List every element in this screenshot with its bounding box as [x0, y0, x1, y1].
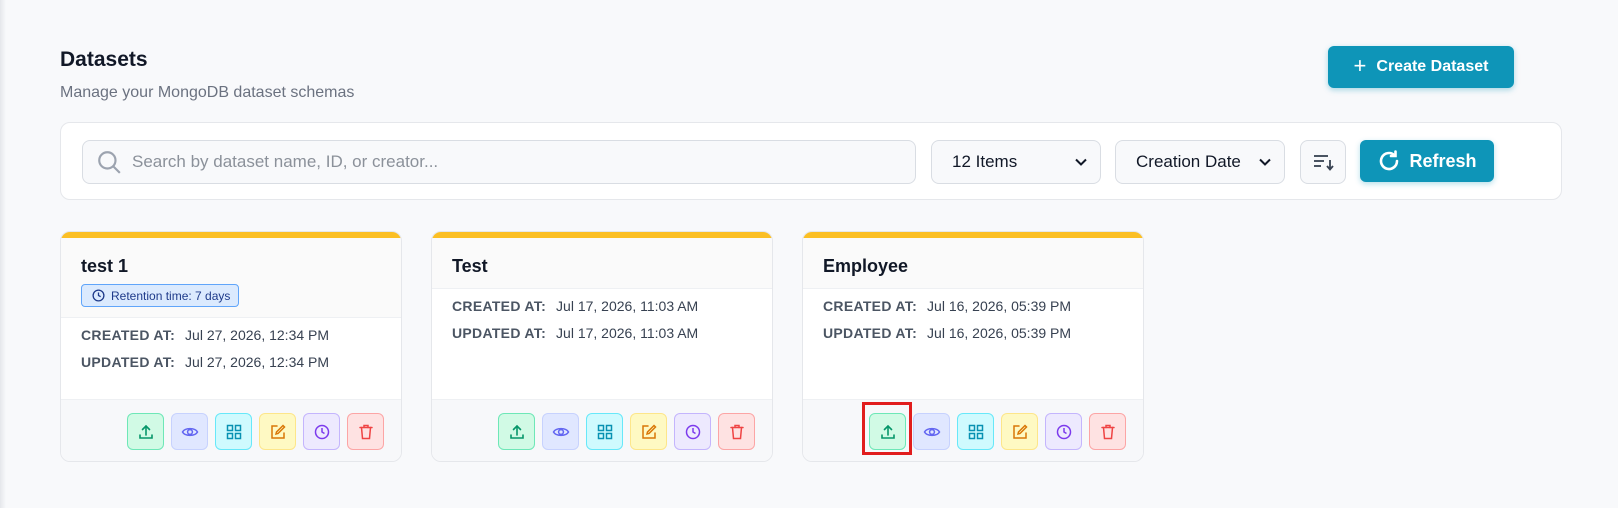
grid-icon	[226, 424, 241, 439]
edit-icon	[270, 423, 286, 439]
dataset-card[interactable]: Employee CREATED AT: Jul 16, 2026, 05:39 …	[802, 231, 1144, 462]
updated-at-label: UPDATED AT:	[452, 325, 547, 341]
card-header: Test	[432, 238, 772, 289]
dataset-name: Test	[452, 256, 488, 276]
card-actions	[803, 399, 1143, 461]
filter-toolbar: 12 Items Creation Date Refresh	[60, 122, 1562, 200]
trash-icon	[729, 424, 744, 439]
updated-at-label: UPDATED AT:	[823, 325, 918, 341]
edit-button[interactable]	[1001, 413, 1038, 450]
history-button[interactable]	[1045, 413, 1082, 450]
created-at-label: CREATED AT:	[81, 327, 176, 343]
page-title: Datasets	[60, 48, 148, 71]
updated-at-row: UPDATED AT: Jul 16, 2026, 05:39 PM	[823, 325, 1071, 341]
plus-icon: +	[1353, 53, 1367, 78]
sort-by-select[interactable]: Creation Date	[1115, 140, 1285, 184]
search-icon	[98, 151, 121, 174]
created-at-row: CREATED AT: Jul 17, 2026, 11:03 AM	[452, 298, 698, 314]
history-icon	[1056, 424, 1071, 439]
sort-icon	[1314, 155, 1334, 171]
eye-icon	[923, 427, 940, 436]
chevron-down-icon	[1075, 158, 1087, 166]
edit-button[interactable]	[259, 413, 296, 450]
updated-at-value: Jul 17, 2026, 11:03 AM	[556, 325, 699, 341]
dataset-name: test 1	[81, 256, 129, 276]
edit-button[interactable]	[630, 413, 667, 450]
updated-at-row: UPDATED AT: Jul 17, 2026, 11:03 AM	[452, 325, 698, 341]
history-button[interactable]	[674, 413, 711, 450]
edit-icon	[1012, 423, 1028, 439]
retention-badge: Retention time: 7 days	[81, 284, 240, 307]
created-at-row: CREATED AT: Jul 27, 2026, 12:34 PM	[81, 327, 329, 343]
refresh-button[interactable]: Refresh	[1360, 140, 1494, 182]
grid-icon	[597, 424, 612, 439]
eye-icon	[552, 427, 569, 436]
card-header: test 1 Retention time: 7 days	[61, 238, 401, 318]
page-size-value: 12 Items	[952, 152, 1018, 171]
delete-button[interactable]	[718, 413, 755, 450]
sort-order-button[interactable]	[1300, 140, 1346, 184]
history-icon	[314, 424, 329, 439]
card-actions	[432, 399, 772, 461]
refresh-label: Refresh	[1409, 150, 1477, 171]
updated-at-label: UPDATED AT:	[81, 354, 176, 370]
chevron-down-icon	[1259, 158, 1271, 166]
clock-icon	[92, 289, 105, 302]
history-button[interactable]	[303, 413, 340, 450]
page-subtitle: Manage your MongoDB dataset schemas	[60, 84, 355, 101]
card-actions	[61, 399, 401, 461]
card-header: Employee	[803, 238, 1143, 289]
delete-button[interactable]	[1089, 413, 1126, 450]
dataset-card[interactable]: Test CREATED AT: Jul 17, 2026, 11:03 AM U…	[431, 231, 773, 462]
upload-icon	[509, 424, 524, 439]
created-at-label: CREATED AT:	[823, 298, 918, 314]
search-box	[82, 140, 916, 184]
upload-button[interactable]	[869, 413, 906, 450]
upload-icon	[138, 424, 153, 439]
view-button[interactable]	[542, 413, 579, 450]
created-at-value: Jul 17, 2026, 11:03 AM	[556, 298, 699, 314]
eye-icon	[181, 427, 198, 436]
sidebar-edge	[0, 0, 6, 508]
create-dataset-button[interactable]: + Create Dataset	[1328, 46, 1514, 88]
schema-button[interactable]	[586, 413, 623, 450]
refresh-icon	[1380, 150, 1399, 171]
updated-at-value: Jul 27, 2026, 12:34 PM	[185, 354, 330, 370]
dataset-card[interactable]: test 1 Retention time: 7 days CREATED AT…	[60, 231, 402, 462]
dataset-name: Employee	[823, 256, 909, 276]
create-dataset-label: Create Dataset	[1376, 58, 1489, 75]
upload-icon	[880, 424, 895, 439]
created-at-label: CREATED AT:	[452, 298, 547, 314]
delete-button[interactable]	[347, 413, 384, 450]
grid-icon	[968, 424, 983, 439]
schema-button[interactable]	[957, 413, 994, 450]
sort-by-value: Creation Date	[1136, 152, 1241, 171]
upload-button[interactable]	[127, 413, 164, 450]
trash-icon	[358, 424, 373, 439]
retention-text: Retention time: 7 days	[111, 288, 231, 303]
created-at-value: Jul 27, 2026, 12:34 PM	[185, 327, 330, 343]
created-at-row: CREATED AT: Jul 16, 2026, 05:39 PM	[823, 298, 1071, 314]
history-icon	[685, 424, 700, 439]
schema-button[interactable]	[215, 413, 252, 450]
view-button[interactable]	[913, 413, 950, 450]
page-size-select[interactable]: 12 Items	[931, 140, 1101, 184]
search-input[interactable]	[132, 152, 892, 172]
updated-at-value: Jul 16, 2026, 05:39 PM	[927, 325, 1072, 341]
view-button[interactable]	[171, 413, 208, 450]
edit-icon	[641, 423, 657, 439]
created-at-value: Jul 16, 2026, 05:39 PM	[927, 298, 1072, 314]
trash-icon	[1100, 424, 1115, 439]
updated-at-row: UPDATED AT: Jul 27, 2026, 12:34 PM	[81, 354, 329, 370]
upload-button[interactable]	[498, 413, 535, 450]
